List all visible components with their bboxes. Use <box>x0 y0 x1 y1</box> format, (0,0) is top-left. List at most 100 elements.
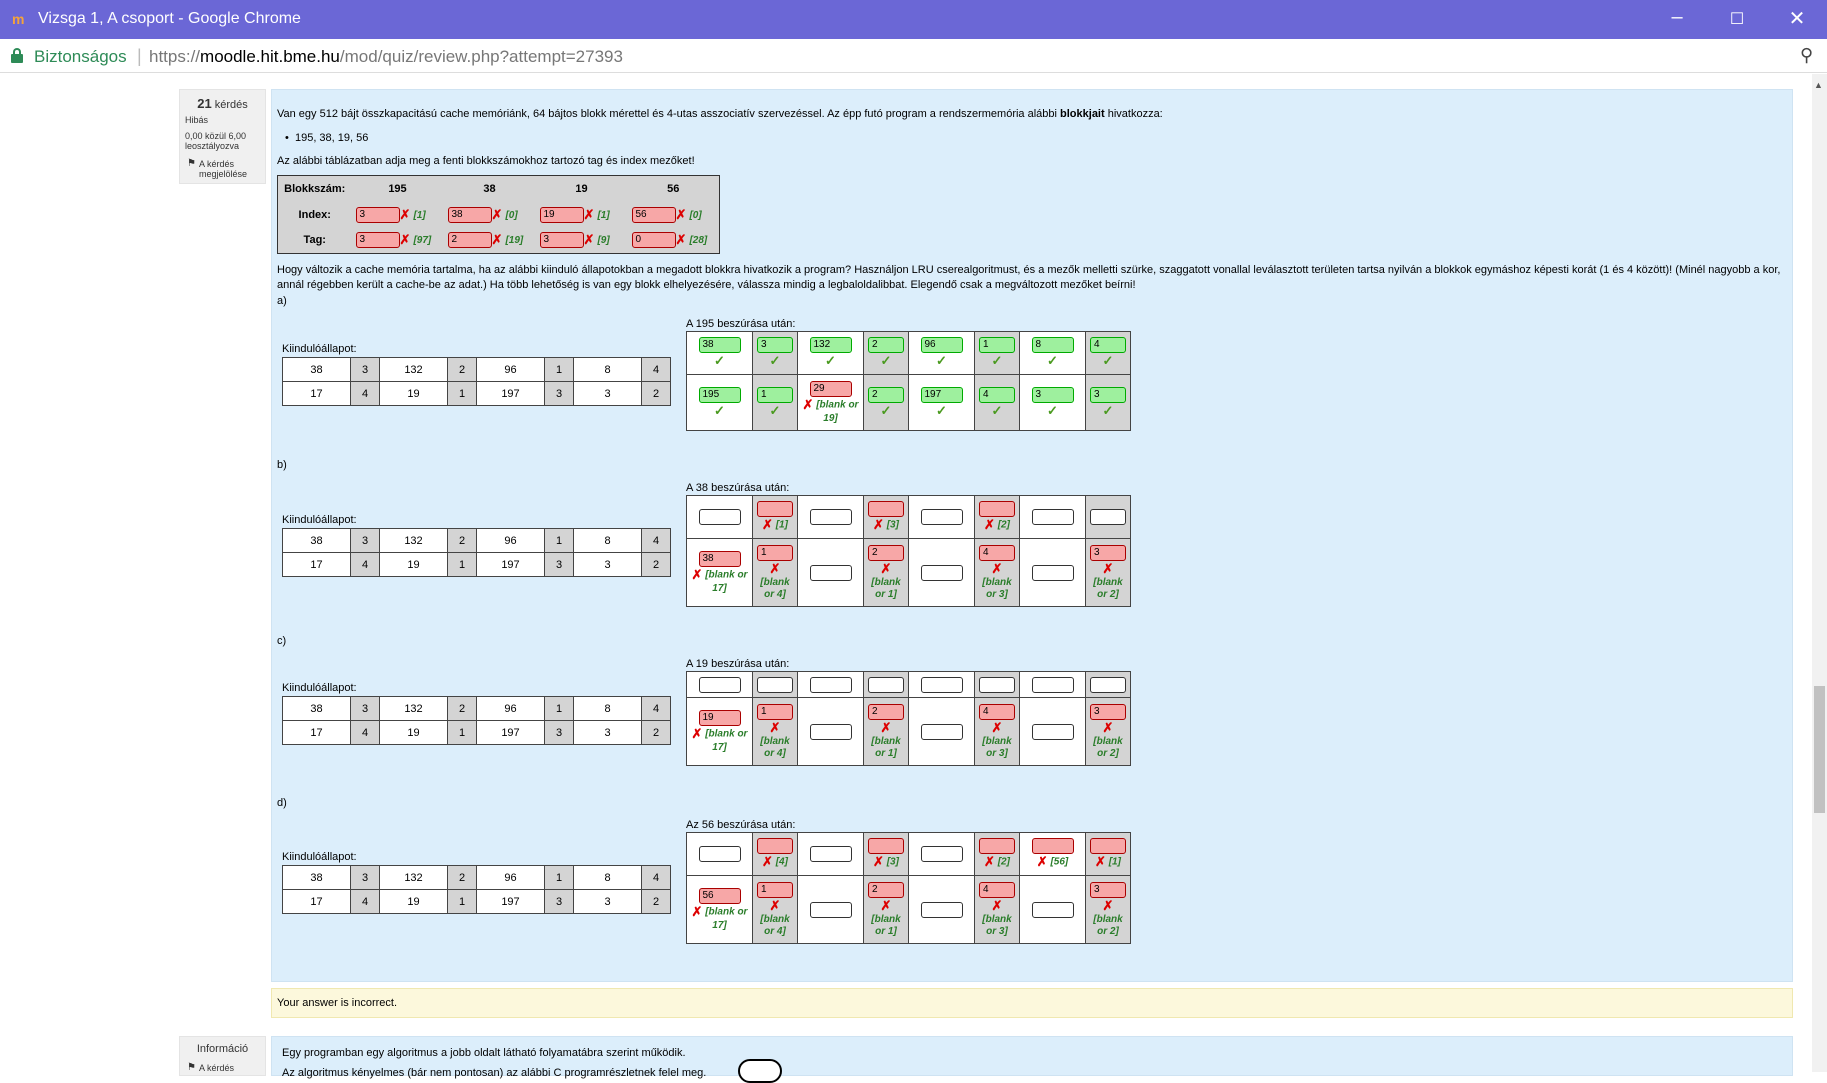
age-input[interactable]: 2 <box>868 881 904 898</box>
age-input[interactable]: 3 <box>1090 703 1126 720</box>
map-col: 38 <box>483 182 496 195</box>
maximize-icon[interactable]: ☐ <box>1717 9 1757 29</box>
cache-input[interactable] <box>809 564 852 581</box>
cache-input[interactable]: 38 <box>698 551 741 567</box>
cache-input[interactable]: 132 <box>809 337 852 353</box>
age-input[interactable]: 1 <box>979 337 1015 353</box>
index-input[interactable]: 56 <box>631 206 676 223</box>
cache-input[interactable] <box>809 676 852 693</box>
age-input[interactable]: 1 <box>757 703 793 720</box>
flag-question-link[interactable]: ⚑ A kérdés megjelölése <box>185 159 260 180</box>
index-input[interactable]: 3 <box>355 206 400 223</box>
age-input[interactable]: 2 <box>868 703 904 720</box>
cache-input[interactable]: 197 <box>920 386 963 403</box>
cache-input[interactable]: 3 <box>1031 386 1074 403</box>
age-input[interactable]: 3 <box>1090 544 1126 561</box>
age-input[interactable] <box>979 676 1015 693</box>
tag-input[interactable]: 0 <box>631 232 676 249</box>
age-input[interactable] <box>757 501 793 517</box>
part-after-label: A 195 beszúrása után: <box>686 318 796 330</box>
cache-input[interactable] <box>809 723 852 740</box>
close-icon[interactable]: ✕ <box>1777 6 1817 31</box>
age-input[interactable] <box>868 838 904 854</box>
age-input[interactable]: 1 <box>757 386 793 403</box>
lock-icon <box>11 48 23 63</box>
correct-answer: [blank or 1] <box>871 735 901 759</box>
age-input[interactable]: 2 <box>868 337 904 353</box>
scroll-up-icon[interactable]: ▲ <box>1814 80 1823 90</box>
tag-input[interactable]: 2 <box>447 232 492 249</box>
cache-input[interactable] <box>920 509 963 525</box>
cache-input[interactable]: 19 <box>698 710 741 726</box>
cache-input[interactable]: 96 <box>920 337 963 353</box>
url-text[interactable]: https://moodle.hit.bme.hu/mod/quiz/revie… <box>149 47 623 67</box>
age-input[interactable]: 3 <box>1090 881 1126 898</box>
wrong-icon: ✗ <box>583 232 595 248</box>
cache-input[interactable] <box>809 846 852 862</box>
tag-input[interactable]: 3 <box>355 232 400 249</box>
cache-input[interactable] <box>920 564 963 581</box>
cache-input[interactable] <box>1031 901 1074 918</box>
age-input[interactable] <box>1090 509 1126 525</box>
cache-input[interactable] <box>1031 509 1074 525</box>
age-input[interactable]: 4 <box>979 703 1015 720</box>
cache-input[interactable]: 56 <box>698 888 741 904</box>
cache-input[interactable] <box>809 509 852 525</box>
cache-input[interactable] <box>920 676 963 693</box>
initial-label: Kiindulóállapot: <box>282 851 357 863</box>
age-input[interactable] <box>1090 676 1126 693</box>
wrong-icon: ✗ <box>873 854 884 869</box>
minimize-icon[interactable]: – <box>1657 6 1697 29</box>
correct-answer: [1] <box>413 209 426 221</box>
cache-input[interactable] <box>1031 564 1074 581</box>
age-input[interactable]: 1 <box>757 881 793 898</box>
cache-input[interactable] <box>920 723 963 740</box>
cache-input[interactable] <box>698 676 741 693</box>
wrong-icon: ✗ <box>880 897 892 913</box>
cache-input[interactable] <box>1031 838 1074 854</box>
age-input[interactable]: 3 <box>757 337 793 353</box>
age-input[interactable] <box>979 838 1015 854</box>
wrong-icon: ✗ <box>691 567 703 582</box>
age-input[interactable]: 4 <box>1090 337 1126 353</box>
age-input[interactable]: 4 <box>979 386 1015 403</box>
cache-input[interactable] <box>809 901 852 918</box>
cache-input[interactable] <box>1031 676 1074 693</box>
wrong-icon: ✗ <box>984 517 995 532</box>
cache-input[interactable] <box>698 509 741 525</box>
cache-input[interactable] <box>920 901 963 918</box>
age-input[interactable]: 4 <box>979 544 1015 561</box>
index-input[interactable]: 38 <box>447 206 492 223</box>
wrong-icon: ✗ <box>691 904 703 919</box>
correct-answer: [9] <box>597 235 610 247</box>
wrong-icon: ✗ <box>491 232 503 248</box>
age-input[interactable] <box>868 676 904 693</box>
scroll-thumb[interactable] <box>1814 686 1825 813</box>
age-input[interactable]: 3 <box>1090 386 1126 403</box>
age-input[interactable] <box>757 676 793 693</box>
cache-input[interactable]: 195 <box>698 386 741 403</box>
age-input[interactable]: 2 <box>868 386 904 403</box>
age-input[interactable] <box>979 501 1015 517</box>
age-input[interactable] <box>1090 838 1126 854</box>
cache-input[interactable] <box>698 846 741 862</box>
cache-input[interactable] <box>1031 723 1074 740</box>
zoom-icon[interactable]: ⚲ <box>1800 45 1813 66</box>
address-bar[interactable]: Biztonságos | https://moodle.hit.bme.hu/… <box>0 39 1827 73</box>
cache-input[interactable] <box>920 846 963 862</box>
cache-input[interactable]: 8 <box>1031 337 1074 353</box>
vertical-scrollbar[interactable]: ▲ <box>1812 74 1827 1072</box>
wrong-icon: ✗ <box>1095 854 1106 869</box>
tag-input[interactable]: 3 <box>539 232 584 249</box>
correct-answer: [1] <box>1108 856 1121 868</box>
correct-answer: [2] <box>997 856 1010 868</box>
age-input[interactable] <box>868 501 904 517</box>
age-input[interactable]: 2 <box>868 544 904 561</box>
age-input[interactable]: 1 <box>757 544 793 561</box>
cache-input[interactable]: 38 <box>698 337 741 353</box>
check-icon: ✓ <box>1102 353 1114 368</box>
index-input[interactable]: 19 <box>539 206 584 223</box>
age-input[interactable]: 4 <box>979 881 1015 898</box>
cache-input[interactable]: 29 <box>809 381 852 397</box>
age-input[interactable] <box>757 838 793 854</box>
